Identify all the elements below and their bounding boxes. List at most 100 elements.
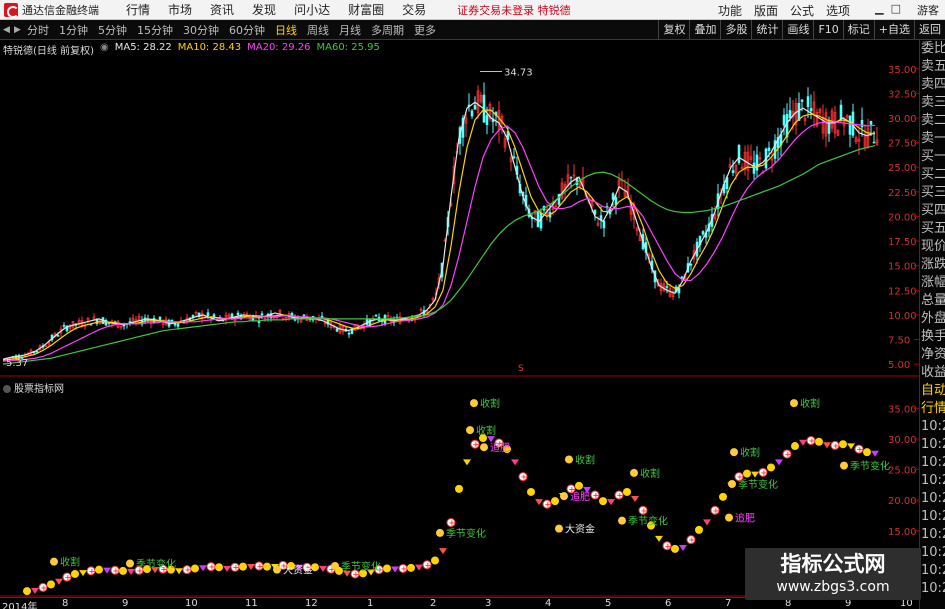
side-panel-item[interactable]: 总量 — [920, 292, 945, 310]
menu-item[interactable]: 资讯 — [203, 1, 245, 18]
candlestick — [671, 288, 675, 301]
candlestick — [866, 118, 870, 149]
side-panel-item[interactable]: 10:2 — [920, 418, 945, 436]
side-panel-item[interactable]: 委比 — [920, 40, 945, 58]
candlestick — [500, 113, 504, 135]
menu-item[interactable]: 问小达 — [287, 1, 341, 18]
side-panel-item[interactable]: 10:2 — [920, 454, 945, 472]
legend-settings-icon[interactable]: ◉ — [100, 42, 109, 57]
right-menu-item[interactable]: 版面 — [754, 2, 778, 19]
side-panel-item[interactable]: 10:2 — [920, 526, 945, 544]
menu-item[interactable]: 发现 — [245, 1, 287, 18]
side-panel-item[interactable]: 卖一 — [920, 130, 945, 148]
menu-item[interactable]: 行情 — [119, 1, 161, 18]
toolbar-button[interactable]: 返回 — [914, 20, 945, 39]
login-notice[interactable]: 证券交易未登录 特锐德 — [457, 2, 571, 18]
side-panel-item[interactable]: 10:2 — [920, 436, 945, 454]
period-tab[interactable]: 月线 — [334, 22, 366, 38]
nav-left-icon[interactable]: ◀ — [3, 25, 11, 35]
guest-label[interactable]: 游客 — [917, 2, 939, 18]
side-panel-item[interactable]: 现价 — [920, 238, 945, 256]
signal-tag-season: 季节变化 — [126, 558, 176, 571]
signal-marker-icon — [119, 566, 127, 575]
side-panel-item[interactable]: 收益 — [920, 364, 945, 382]
side-panel-item[interactable]: 买五 — [920, 220, 945, 238]
period-tab[interactable]: 15分钟 — [132, 22, 178, 38]
side-panel-item[interactable]: 涨跌 — [920, 256, 945, 274]
period-tab[interactable]: 日线 — [270, 22, 302, 38]
indicator-settings-icon[interactable] — [3, 385, 11, 393]
toolbar-button[interactable]: 复权 — [658, 20, 689, 39]
side-panel-item[interactable]: 10:2 — [920, 472, 945, 490]
candlestick — [554, 201, 558, 209]
svg-text:+: + — [89, 567, 96, 576]
right-menu-item[interactable]: 选项 — [826, 2, 850, 19]
period-tab[interactable]: 60分钟 — [224, 22, 270, 38]
signal-tag-season: 季节变化 — [728, 478, 778, 491]
side-panel-item[interactable]: 行情 — [920, 400, 945, 418]
menu-item[interactable]: 市场 — [161, 1, 203, 18]
side-panel-item[interactable]: 卖二 — [920, 112, 945, 130]
right-menu-item[interactable]: 功能 — [718, 2, 742, 19]
minimize-icon[interactable]: ▁ — [875, 2, 883, 15]
side-panel-item[interactable]: 换手 — [920, 328, 945, 346]
toolbar-button[interactable]: +自选 — [873, 20, 914, 39]
period-tab[interactable]: 更多 — [409, 22, 441, 38]
side-panel-item[interactable]: 10:2 — [920, 508, 945, 526]
period-tab[interactable]: 30分钟 — [178, 22, 224, 38]
signal-marker-icon — [599, 497, 607, 506]
side-panel-item[interactable]: 买四 — [920, 202, 945, 220]
period-tab[interactable]: 周线 — [302, 22, 334, 38]
signal-marker-icon: + — [590, 490, 600, 500]
signal-marker-icon — [455, 484, 463, 493]
period-tab[interactable]: 多周期 — [366, 22, 409, 38]
svg-text:+: + — [41, 583, 48, 592]
candlestick — [248, 313, 252, 321]
side-panel-item[interactable]: 涨幅 — [920, 274, 945, 292]
period-tab[interactable]: 1分钟 — [54, 22, 93, 38]
toolbar-button[interactable]: 画线 — [782, 20, 813, 39]
signal-marker-icon: + — [422, 560, 432, 570]
svg-text:季节变化: 季节变化 — [628, 515, 668, 528]
side-panel-item[interactable]: 买二 — [920, 166, 945, 184]
side-panel-item[interactable]: 卖四 — [920, 76, 945, 94]
signal-marker-icon — [863, 448, 871, 457]
side-panel-item[interactable]: 卖三 — [920, 94, 945, 112]
right-menu-item[interactable]: 公式 — [790, 2, 814, 19]
date-tick-label: 2 — [430, 598, 437, 609]
date-tick-label: 1 — [367, 598, 374, 609]
menu-item[interactable]: 财富圈 — [341, 1, 395, 18]
side-panel-item[interactable]: 买一 — [920, 148, 945, 166]
toolbar-button[interactable]: 多股 — [720, 20, 751, 39]
period-tab[interactable]: 5分钟 — [93, 22, 132, 38]
indicator-axis-tick: 35.00 — [888, 404, 917, 415]
svg-text:+: + — [713, 506, 720, 515]
signal-tag-harvest: 收割 — [790, 397, 820, 410]
side-panel-item[interactable]: 净资 — [920, 346, 945, 364]
nav-right-icon[interactable]: ▶ — [14, 25, 22, 35]
side-panel-item[interactable]: 10:2 — [920, 544, 945, 562]
toolbar-button[interactable]: 叠加 — [689, 20, 720, 39]
toolbar-button[interactable]: F10 — [813, 20, 842, 39]
side-panel-item[interactable]: 外盘 — [920, 310, 945, 328]
candlestick — [128, 317, 132, 327]
side-panel-item[interactable]: 卖五 — [920, 58, 945, 76]
price-chart[interactable]: 35.00 32.50 30.00 27.50 25.00 22.50 20.00 17.50… — [0, 40, 919, 377]
side-panel-item[interactable]: 10:2 — [920, 490, 945, 508]
toolbar-button[interactable]: 标记 — [842, 20, 874, 39]
period-tab[interactable]: 分时 — [22, 22, 54, 38]
side-panel-item[interactable]: 10:2 — [920, 562, 945, 580]
candlestick — [863, 124, 867, 151]
side-panel-item[interactable]: 10:2 — [920, 580, 945, 598]
date-tick-label: 3 — [485, 598, 492, 609]
svg-text:+: + — [641, 506, 648, 515]
signal-marker-icon — [247, 564, 255, 571]
maximize-icon[interactable]: □ — [891, 2, 901, 15]
price-axis-tick: 32.50 — [888, 89, 917, 100]
toolbar-button[interactable]: 统计 — [751, 20, 782, 39]
signal-marker-icon — [743, 469, 751, 478]
app-title: 通达信金融终端 — [22, 3, 99, 17]
side-panel-item[interactable]: 买三 — [920, 184, 945, 202]
menu-item[interactable]: 交易 — [395, 1, 437, 18]
side-panel-item[interactable]: 自动 — [920, 382, 945, 400]
